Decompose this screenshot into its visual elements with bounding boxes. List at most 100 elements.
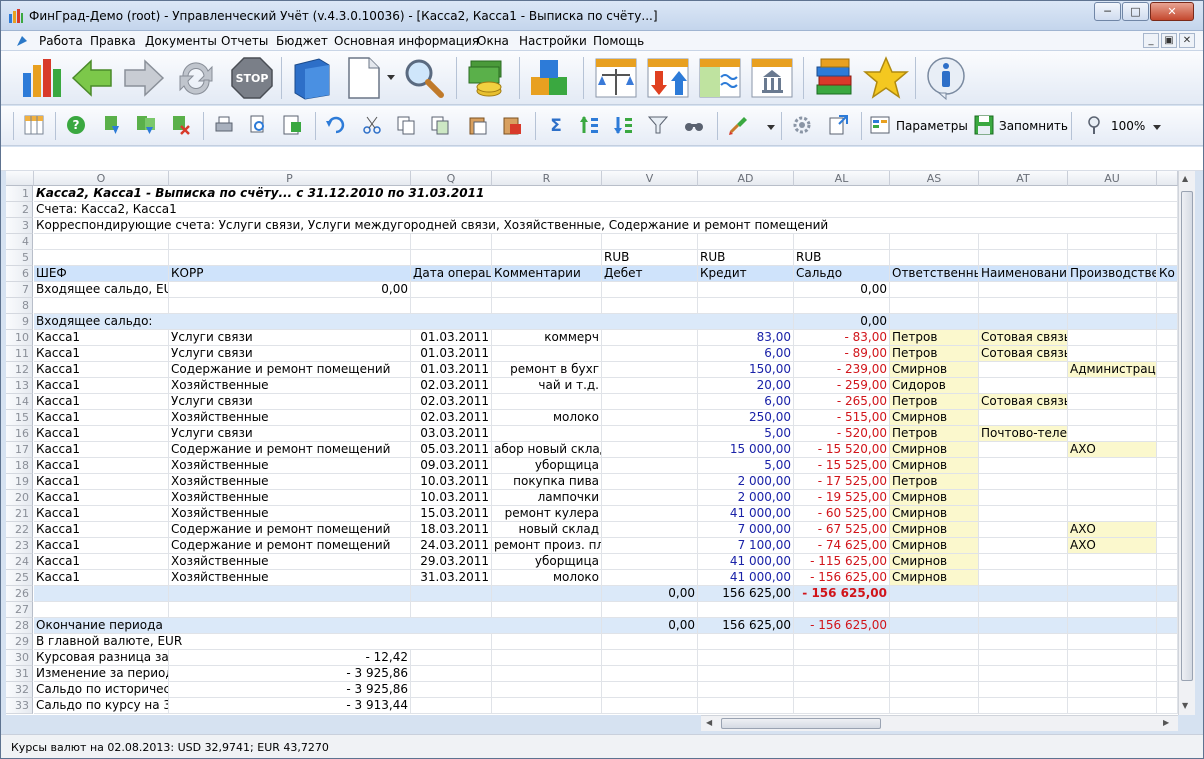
correspondent-cell[interactable]: Содержание и ремонт помещений [169, 538, 411, 554]
correspondent-cell[interactable]: Услуги связи [169, 394, 411, 410]
grid-cell[interactable] [979, 586, 1068, 602]
document-menu-icon[interactable] [15, 34, 29, 48]
period-end-credit[interactable]: 156 625,00 [698, 618, 794, 634]
name-cell[interactable] [979, 570, 1068, 586]
grid-cell[interactable] [1157, 282, 1178, 298]
credit-cell[interactable]: 7 100,00 [698, 538, 794, 554]
account-cell[interactable]: Касса1 [34, 346, 169, 362]
grid-cell[interactable] [979, 666, 1068, 682]
minimize-button[interactable]: ─ [1094, 2, 1121, 21]
grid-cell[interactable] [698, 602, 794, 618]
grid-cell[interactable] [1157, 554, 1178, 570]
account-cell[interactable]: Касса1 [34, 522, 169, 538]
row-header[interactable]: 10 [6, 330, 33, 346]
date-cell[interactable]: 24.03.2011 [411, 538, 492, 554]
account-cell[interactable]: Касса1 [34, 458, 169, 474]
account-cell[interactable]: Касса1 [34, 538, 169, 554]
grid-cell[interactable] [411, 682, 492, 698]
grid-cell[interactable] [1157, 298, 1178, 314]
grid-cell[interactable] [979, 618, 1068, 634]
summary-label[interactable]: Сальдо по историческ [34, 682, 169, 698]
date-cell[interactable]: 01.03.2011 [411, 330, 492, 346]
grid-cell[interactable] [890, 634, 979, 650]
balance-cell[interactable]: - 259,00 [794, 378, 890, 394]
grid-cell[interactable] [1157, 570, 1178, 586]
account-cell[interactable]: Касса1 [34, 490, 169, 506]
grid-cell[interactable] [1068, 282, 1157, 298]
opening-balance-value[interactable]: 0,00 [794, 282, 890, 298]
grid-cell[interactable] [794, 682, 890, 698]
row-header[interactable]: 19 [6, 474, 33, 490]
balance-cell[interactable]: - 19 525,00 [794, 490, 890, 506]
grid-cell[interactable] [1068, 666, 1157, 682]
paste-special-icon[interactable] [501, 114, 523, 136]
chevron-down-icon[interactable] [387, 73, 395, 81]
sort-descending-icon[interactable] [613, 114, 635, 136]
grid-cell[interactable] [698, 650, 794, 666]
grid-cell[interactable] [602, 330, 698, 346]
scroll-left-icon[interactable]: ◀ [706, 718, 712, 727]
accounts-cell[interactable]: Счета: Касса2, Касса1 [34, 202, 1178, 218]
correspondent-cell[interactable]: Хозяйственные [169, 458, 411, 474]
turnover-arrows-icon[interactable] [645, 55, 691, 101]
correspondent-cell[interactable]: Хозяйственные [169, 378, 411, 394]
grid-cell[interactable] [890, 650, 979, 666]
grid-cell[interactable] [979, 682, 1068, 698]
credit-cell[interactable]: 6,00 [698, 394, 794, 410]
grid-cell[interactable] [602, 458, 698, 474]
grid-cell[interactable] [979, 234, 1068, 250]
grid-cell[interactable] [698, 282, 794, 298]
correspondent-cell[interactable]: Услуги связи [169, 346, 411, 362]
scroll-right-icon[interactable]: ▶ [1163, 718, 1169, 727]
row-header[interactable]: 5 [6, 250, 33, 266]
grid-cell[interactable] [890, 282, 979, 298]
grid-cell[interactable] [411, 602, 492, 618]
column-header-q[interactable]: Q [411, 171, 492, 186]
balance-cell[interactable]: - 83,00 [794, 330, 890, 346]
chevron-down-icon[interactable] [767, 123, 775, 131]
period-end-label[interactable]: Окончание периода [34, 618, 602, 634]
scroll-down-icon[interactable]: ▼ [1182, 701, 1188, 710]
grid-cell[interactable] [1157, 426, 1178, 442]
credit-cell[interactable]: 150,00 [698, 362, 794, 378]
credit-cell[interactable]: 15 000,00 [698, 442, 794, 458]
row-header[interactable]: 12 [6, 362, 33, 378]
name-cell[interactable]: Сотовая связь [979, 330, 1068, 346]
row-header[interactable]: 27 [6, 602, 33, 618]
column-header-as[interactable]: AS [890, 171, 979, 186]
grid-cell[interactable] [169, 234, 411, 250]
comment-cell[interactable]: новый склад [492, 522, 602, 538]
comment-cell[interactable]: молоко [492, 410, 602, 426]
mdi-restore-button[interactable]: ▣ [1161, 33, 1177, 48]
grid-cell[interactable] [698, 682, 794, 698]
grid-cell[interactable] [602, 682, 698, 698]
back-arrow-icon[interactable] [69, 55, 115, 101]
responsible-cell[interactable]: Смирнов [890, 538, 979, 554]
summary-value[interactable]: - 3 925,86 [169, 666, 411, 682]
print-preview-icon[interactable] [247, 114, 269, 136]
filter-funnel-icon[interactable] [647, 114, 669, 136]
date-cell[interactable]: 18.03.2011 [411, 522, 492, 538]
menu-help[interactable]: Помощь [593, 34, 644, 48]
column-header-next[interactable] [1157, 171, 1178, 186]
total-debit[interactable]: 0,00 [602, 586, 698, 602]
credit-cell[interactable]: 6,00 [698, 346, 794, 362]
grid-cell[interactable] [1068, 314, 1157, 330]
grid-cell[interactable] [411, 250, 492, 266]
grid-cell[interactable] [890, 698, 979, 714]
mdi-minimize-button[interactable]: _ [1143, 33, 1159, 48]
comment-cell[interactable]: коммерч [492, 330, 602, 346]
balance-scale-icon[interactable] [593, 55, 639, 101]
department-cell[interactable] [1068, 458, 1157, 474]
period-end-balance[interactable]: - 156 625,00 [794, 618, 890, 634]
column-title-cell[interactable]: Кредит [698, 266, 794, 282]
currency-cell[interactable]: RUB [698, 250, 794, 266]
total-credit[interactable]: 156 625,00 [698, 586, 794, 602]
grid-cell[interactable] [169, 602, 411, 618]
credit-cell[interactable]: 5,00 [698, 426, 794, 442]
row-header[interactable]: 15 [6, 410, 33, 426]
search-magnifier-icon[interactable] [401, 55, 447, 101]
row-header[interactable]: 28 [6, 618, 33, 634]
department-cell[interactable]: Администрация [1068, 362, 1157, 378]
responsible-cell[interactable]: Петров [890, 426, 979, 442]
